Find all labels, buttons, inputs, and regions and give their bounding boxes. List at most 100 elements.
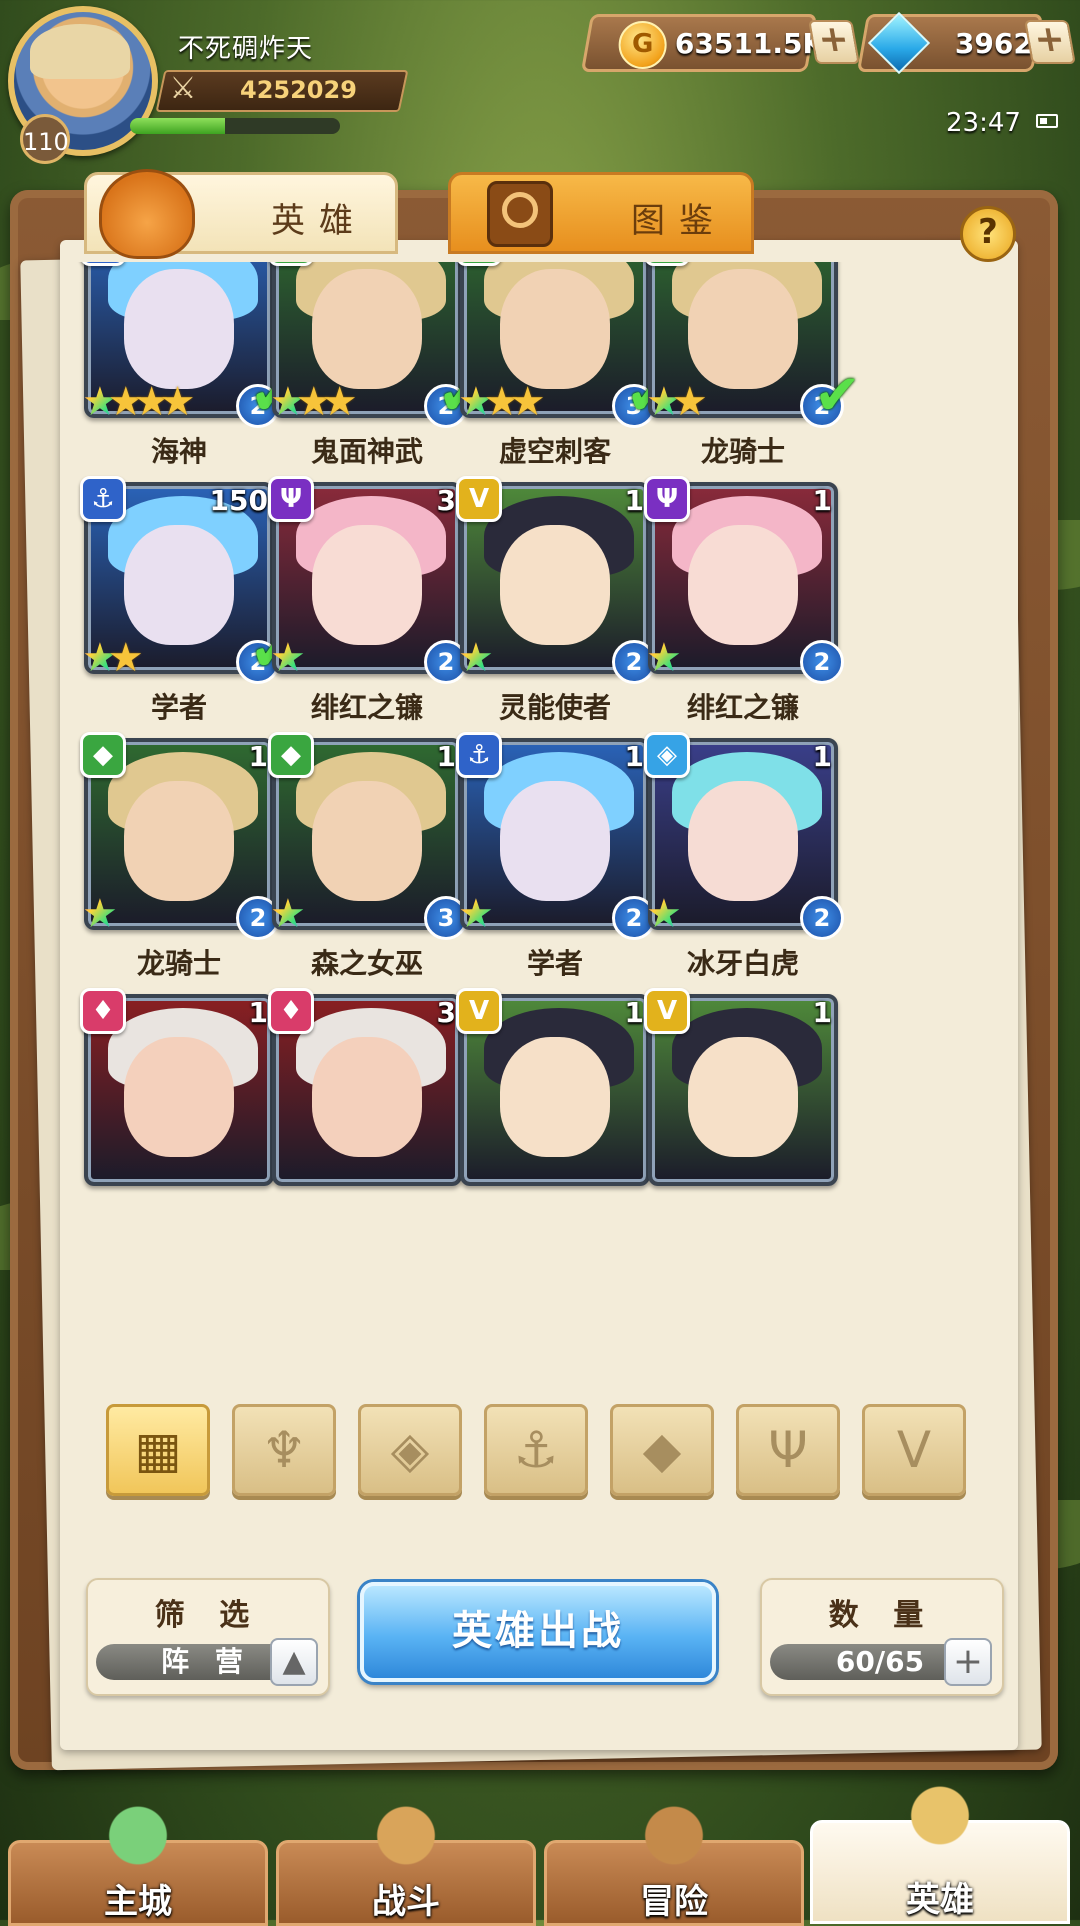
hero-stars: ★: [270, 894, 306, 934]
hero-face: [500, 1037, 610, 1158]
fire-flame-icon: ♆: [261, 1421, 307, 1479]
ice-diamond-icon: ◈: [390, 1421, 430, 1479]
star-icon: ★: [270, 635, 306, 681]
nav-hero-helmet[interactable]: 英雄: [810, 1775, 1070, 1924]
fire-faction-icon: ♦: [80, 988, 126, 1034]
nav-castle[interactable]: 主城: [8, 1795, 268, 1926]
hero-card[interactable]: ◆ 1 ★ 3 森之女巫: [236, 730, 468, 980]
filter-box: 筛 选 阵 营 ▲: [86, 1578, 330, 1696]
map-scroll-icon: [624, 1795, 724, 1885]
hero-stars: ★: [270, 638, 306, 678]
hero-card[interactable]: Ψ 1 ★ 2 绯红之镰: [612, 474, 844, 724]
hero-helmet-icon: [890, 1775, 990, 1865]
filter-all-grid-button[interactable]: ▦: [106, 1404, 210, 1496]
tab-codex[interactable]: 图鉴: [448, 172, 754, 254]
add-gem-button[interactable]: +: [1024, 19, 1076, 64]
count-box: 数 量 60/65 +: [760, 1578, 1004, 1696]
tab-heroes[interactable]: 英雄: [84, 169, 398, 259]
help-button[interactable]: ?: [960, 206, 1016, 262]
light-faction-icon: V: [456, 476, 502, 522]
hero-face: [688, 781, 798, 902]
hero-face: [500, 781, 610, 902]
exp-bar: [130, 118, 340, 134]
hero-stars: ★: [458, 638, 494, 678]
light-faction-icon: V: [644, 988, 690, 1034]
anchor-faction-icon: ⚓: [80, 262, 126, 266]
hero-card[interactable]: V1: [612, 986, 838, 1226]
add-capacity-button[interactable]: +: [944, 1638, 992, 1686]
hero-stars: ★★★: [458, 382, 546, 422]
nav-label: 冒险: [640, 1882, 708, 1922]
filter-anchor-button[interactable]: ⚓: [484, 1404, 588, 1496]
clock: 23:47: [946, 108, 1021, 138]
hero-name: 龙骑士: [700, 435, 785, 468]
tab-heroes-label: 英雄: [271, 201, 367, 241]
hero-card[interactable]: ♦ 3: [236, 986, 462, 1226]
gem-amount: 3962: [954, 27, 1033, 60]
hero-name: 冰牙白虎: [686, 947, 799, 980]
chevron-up-icon[interactable]: ▲: [270, 1638, 318, 1686]
anchor-icon: ⚓: [513, 1421, 559, 1479]
star-icon: ★: [646, 635, 682, 681]
star-icon: ★: [509, 379, 546, 425]
hero-face: [124, 269, 234, 390]
anchor-faction-icon: ⚓: [80, 476, 126, 522]
gold-coin-icon: G: [618, 21, 667, 69]
hero-card[interactable]: ⚓210★★★★2✔海神: [60, 262, 297, 468]
crossed-swords-icon: [356, 1795, 456, 1885]
filter-ice-diamond-button[interactable]: ◈: [358, 1404, 462, 1496]
filter-title: 筛 选: [154, 1598, 262, 1633]
demon-faction-icon: Ψ: [268, 476, 314, 522]
hero-sortie-button[interactable]: 英雄出战: [360, 1582, 716, 1682]
filter-light-wings-button[interactable]: V: [862, 1404, 966, 1496]
hero-card[interactable]: ◆180★★★3✔虚空刺客: [424, 262, 673, 468]
gold-amount: 63511.5K: [674, 27, 825, 60]
filter-fire-flame-button[interactable]: ♆: [232, 1404, 336, 1496]
hero-stars: ★★: [82, 638, 144, 678]
beast-faction-icon: ◆: [268, 732, 314, 778]
hero-card[interactable]: ⚓150★★2✔学者: [60, 474, 297, 724]
hero-card[interactable]: ◆150★★2✔龙骑士: [612, 262, 861, 468]
star-icon: ★: [321, 379, 358, 425]
filter-beast-head-button[interactable]: ◆: [610, 1404, 714, 1496]
hero-level: 1: [812, 996, 832, 1029]
hero-grid[interactable]: ⚓210★★★★2✔海神◆180★★★2✔鬼面神武◆180★★★3✔虚空刺客◆1…: [60, 262, 1018, 1364]
hero-card[interactable]: V1: [424, 986, 650, 1226]
hero-card[interactable]: Ψ 3 ★ 2 绯红之镰: [236, 474, 468, 724]
hero-card[interactable]: ◆ 1 ★ 2 龙骑士: [60, 730, 280, 980]
hero-face: [312, 269, 422, 390]
crossed-swords-icon: ⚔: [169, 71, 197, 106]
tab-codex-label: 图鉴: [631, 201, 727, 241]
hero-card[interactable]: ◆180★★★2✔鬼面神武: [236, 262, 485, 468]
add-gold-button[interactable]: +: [808, 19, 860, 64]
nav-crossed-swords[interactable]: 战斗: [276, 1795, 536, 1926]
hero-face: [312, 781, 422, 902]
deployed-check-icon: ✔: [814, 363, 861, 428]
castle-icon: [88, 1795, 188, 1885]
filter-demon-horns-button[interactable]: Ψ: [736, 1404, 840, 1496]
gold-counter: G 63511.5K: [580, 14, 824, 72]
hero-card[interactable]: ♦ 1: [60, 986, 274, 1226]
star-icon: ★: [671, 379, 708, 425]
hero-stars: ★: [82, 894, 118, 934]
star-icon: ★: [270, 891, 306, 937]
hero-card[interactable]: ⚓ 1 ★ 2 学者: [424, 730, 656, 980]
beast-faction-icon: ◆: [644, 262, 690, 266]
hero-face: [500, 525, 610, 646]
beast-faction-icon: ◆: [80, 732, 126, 778]
demon-faction-icon: Ψ: [644, 476, 690, 522]
hero-stars: ★★★★: [82, 382, 195, 422]
player-nameplate: 不死碉炸天 ⚔ 4252029: [130, 22, 409, 142]
hero-rank-badge: 2: [800, 896, 844, 940]
count-title: 数 量: [828, 1598, 936, 1633]
light-faction-icon: V: [456, 988, 502, 1034]
star-icon: ★: [159, 379, 196, 425]
hero-card[interactable]: V 1 ★ 2 灵能使者: [424, 474, 656, 724]
star-icon: ★: [458, 635, 494, 681]
all-grid-icon: ▦: [134, 1421, 182, 1479]
hero-level: 1: [812, 484, 832, 517]
player-power: 4252029: [240, 76, 357, 104]
gem-icon: [867, 11, 931, 75]
hero-card[interactable]: ◈ 1 ★ 2 冰牙白虎: [612, 730, 844, 980]
nav-map-scroll[interactable]: 冒险: [544, 1795, 804, 1926]
